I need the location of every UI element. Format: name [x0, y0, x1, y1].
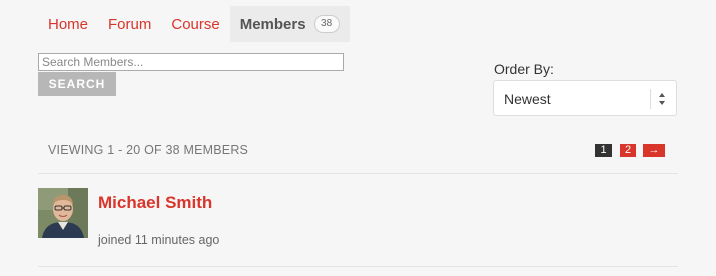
pagination: 1 2 →: [595, 144, 665, 157]
search-members-input[interactable]: [38, 53, 344, 71]
tab-forum-label: Forum: [108, 15, 152, 33]
tab-home-label: Home: [48, 15, 89, 33]
viewing-count-text: VIEWING 1 - 20 OF 38 MEMBERS: [48, 143, 249, 157]
sort-arrows-icon: [659, 93, 665, 105]
tab-members[interactable]: Members 38: [229, 6, 350, 42]
list-row-divider: [38, 266, 678, 267]
page-2-link[interactable]: 2: [620, 144, 636, 157]
tab-home[interactable]: Home: [38, 6, 98, 42]
member-avatar[interactable]: [38, 188, 88, 238]
next-page-arrow[interactable]: →: [643, 144, 665, 157]
member-photo: [38, 188, 88, 238]
tab-course[interactable]: Course: [161, 6, 229, 42]
tab-members-label: Members: [239, 15, 306, 33]
order-by-label: Order By:: [494, 61, 554, 77]
select-divider: [650, 89, 651, 109]
member-last-active: joined 11 minutes ago: [98, 233, 220, 247]
order-by-select[interactable]: Newest: [493, 80, 677, 116]
tab-forum[interactable]: Forum: [98, 6, 161, 42]
list-top-divider: [38, 173, 678, 174]
page-1-current: 1: [595, 144, 612, 157]
member-name-link[interactable]: Michael Smith: [98, 193, 212, 213]
search-button[interactable]: SEARCH: [38, 72, 116, 96]
members-nav-tabs: Home Forum Course Members 38: [38, 6, 350, 42]
order-by-selected-value: Newest: [504, 91, 551, 107]
members-count-badge: 38: [313, 15, 340, 33]
tab-course-label: Course: [171, 15, 220, 33]
